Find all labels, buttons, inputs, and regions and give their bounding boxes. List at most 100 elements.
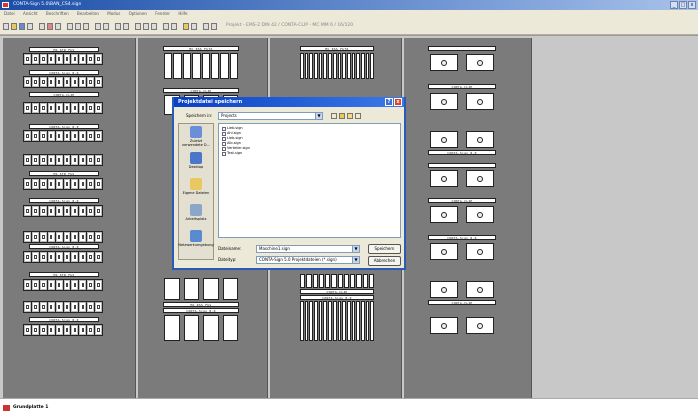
menu-view[interactable]: Ansicht — [23, 11, 38, 16]
stop-icon[interactable] — [47, 23, 53, 30]
folder-icon[interactable] — [183, 23, 189, 30]
menu-window[interactable]: Fenster — [155, 11, 170, 16]
place-network[interactable]: Netzwerkumgebung — [178, 228, 214, 254]
frame-icon[interactable] — [171, 23, 177, 30]
new-folder-icon[interactable] — [347, 113, 353, 119]
socket[interactable] — [466, 206, 494, 223]
place-my-documents[interactable]: Eigene Dateien — [179, 176, 213, 202]
text-icon[interactable] — [163, 23, 169, 30]
socket[interactable] — [466, 93, 494, 110]
terminal-block[interactable] — [23, 53, 103, 65]
menu-options[interactable]: Optionen — [129, 11, 147, 16]
socket[interactable] — [430, 281, 458, 298]
file-item[interactable]: Test.sign — [222, 151, 397, 156]
terminal-block[interactable] — [300, 301, 374, 341]
redo-icon[interactable] — [103, 23, 109, 30]
status-bar: Grundplatte 1 — [0, 398, 698, 414]
terminal-block[interactable] — [23, 130, 103, 142]
terminal-block[interactable] — [23, 76, 103, 88]
maximize-button[interactable]: □ — [679, 1, 687, 9]
up-folder-icon[interactable] — [339, 113, 345, 119]
save-in-select[interactable]: Projects ▼ — [218, 112, 323, 120]
place-desktop[interactable]: Desktop — [179, 150, 213, 176]
socket[interactable] — [466, 317, 494, 334]
paste-icon[interactable] — [83, 23, 89, 30]
terminal-block[interactable] — [164, 278, 238, 300]
chevron-down-icon[interactable]: ▼ — [352, 257, 359, 263]
socket[interactable] — [430, 131, 458, 148]
menu-help[interactable]: Hilfe — [178, 11, 187, 16]
cancel-button[interactable]: Abbrechen — [368, 256, 401, 266]
page-tab[interactable]: Grundplatte 1 — [13, 405, 48, 411]
terminal-block[interactable] — [23, 102, 103, 114]
terminal-block[interactable] — [23, 231, 103, 243]
mounting-rail-4[interactable]: CONTA-CLIP CONTA-Sign 8.0 CONTA-CLIP CON… — [404, 38, 532, 398]
help-icon[interactable] — [135, 23, 141, 30]
terminal-block[interactable] — [300, 274, 374, 288]
socket[interactable] — [466, 170, 494, 187]
menu-edit[interactable]: Bearbeiten — [77, 11, 99, 16]
close-button[interactable]: x — [688, 1, 696, 9]
socket[interactable] — [430, 93, 458, 110]
file-icon — [222, 131, 226, 136]
terminal-block[interactable] — [164, 53, 238, 79]
filetype-select[interactable]: CONTA-Sign 5.0 Projektdateien (*.sign) ▼ — [256, 256, 360, 264]
save-button[interactable]: Speichern — [368, 244, 401, 254]
chevron-down-icon[interactable]: ▼ — [352, 246, 359, 252]
print-icon[interactable] — [27, 23, 33, 30]
terminal-block[interactable] — [23, 301, 103, 313]
terminal-block[interactable] — [23, 251, 103, 263]
grid-icon[interactable] — [143, 23, 149, 30]
zoom-out-icon[interactable] — [123, 23, 129, 30]
menu-mode[interactable]: Modus — [107, 11, 120, 16]
save-in-value: Projects — [221, 113, 237, 118]
socket[interactable] — [466, 131, 494, 148]
place-my-computer[interactable]: Arbeitsplatz — [179, 202, 213, 228]
dialog-controls: ? x — [385, 98, 402, 106]
menu-file[interactable]: Datei — [4, 11, 15, 16]
menu-label[interactable]: Beschriften — [46, 11, 69, 16]
chevron-down-icon[interactable]: ▼ — [315, 113, 322, 119]
socket[interactable] — [430, 54, 458, 71]
socket[interactable] — [466, 281, 494, 298]
socket[interactable] — [430, 243, 458, 260]
file-icon — [222, 136, 226, 141]
export-icon[interactable] — [211, 23, 217, 30]
terminal-block[interactable] — [23, 178, 103, 190]
rail-label: MC KSS Fk76 — [300, 46, 374, 51]
terminal-block[interactable] — [23, 205, 103, 217]
socket[interactable] — [430, 206, 458, 223]
terminal-block[interactable] — [23, 279, 103, 291]
terminal-block[interactable] — [23, 324, 103, 336]
cut-icon[interactable] — [67, 23, 73, 30]
back-icon[interactable] — [331, 113, 337, 119]
place-recent[interactable]: Zuletzt verwendete D... — [179, 124, 213, 150]
label-icon[interactable] — [203, 23, 209, 30]
open-icon[interactable] — [11, 23, 17, 30]
place-label: Desktop — [188, 165, 204, 169]
socket[interactable] — [466, 54, 494, 71]
minimize-button[interactable]: _ — [670, 1, 678, 9]
tag-icon[interactable] — [191, 23, 197, 30]
save-icon[interactable] — [19, 23, 25, 30]
delete-icon[interactable] — [55, 23, 61, 30]
copy-icon[interactable] — [75, 23, 81, 30]
dialog-title-bar[interactable]: Projektdatei speichern ? x — [174, 97, 404, 107]
dialog-help-button[interactable]: ? — [385, 98, 393, 106]
terminal-block[interactable] — [164, 315, 238, 341]
terminal-block[interactable] — [23, 154, 103, 166]
zoom-in-icon[interactable] — [115, 23, 121, 30]
dialog-close-button[interactable]: x — [394, 98, 402, 106]
mounting-rail-1[interactable]: MS STR FkS CONTA-Sign 8.0 CONTA-CLIP CON… — [3, 38, 136, 398]
socket[interactable] — [430, 170, 458, 187]
terminal-icon[interactable] — [151, 23, 157, 30]
file-list[interactable]: Lieb.sign Ahl.sign Lieb.sign Alb.sign Ve… — [218, 123, 401, 238]
socket[interactable] — [430, 317, 458, 334]
socket[interactable] — [466, 243, 494, 260]
filename-input[interactable]: Maschine1.sign ▼ — [256, 245, 360, 253]
new-icon[interactable] — [3, 23, 9, 30]
undo-icon[interactable] — [39, 23, 45, 30]
terminal-block[interactable] — [300, 53, 374, 79]
rotate-icon[interactable] — [95, 23, 101, 30]
view-menu-icon[interactable] — [355, 113, 361, 119]
